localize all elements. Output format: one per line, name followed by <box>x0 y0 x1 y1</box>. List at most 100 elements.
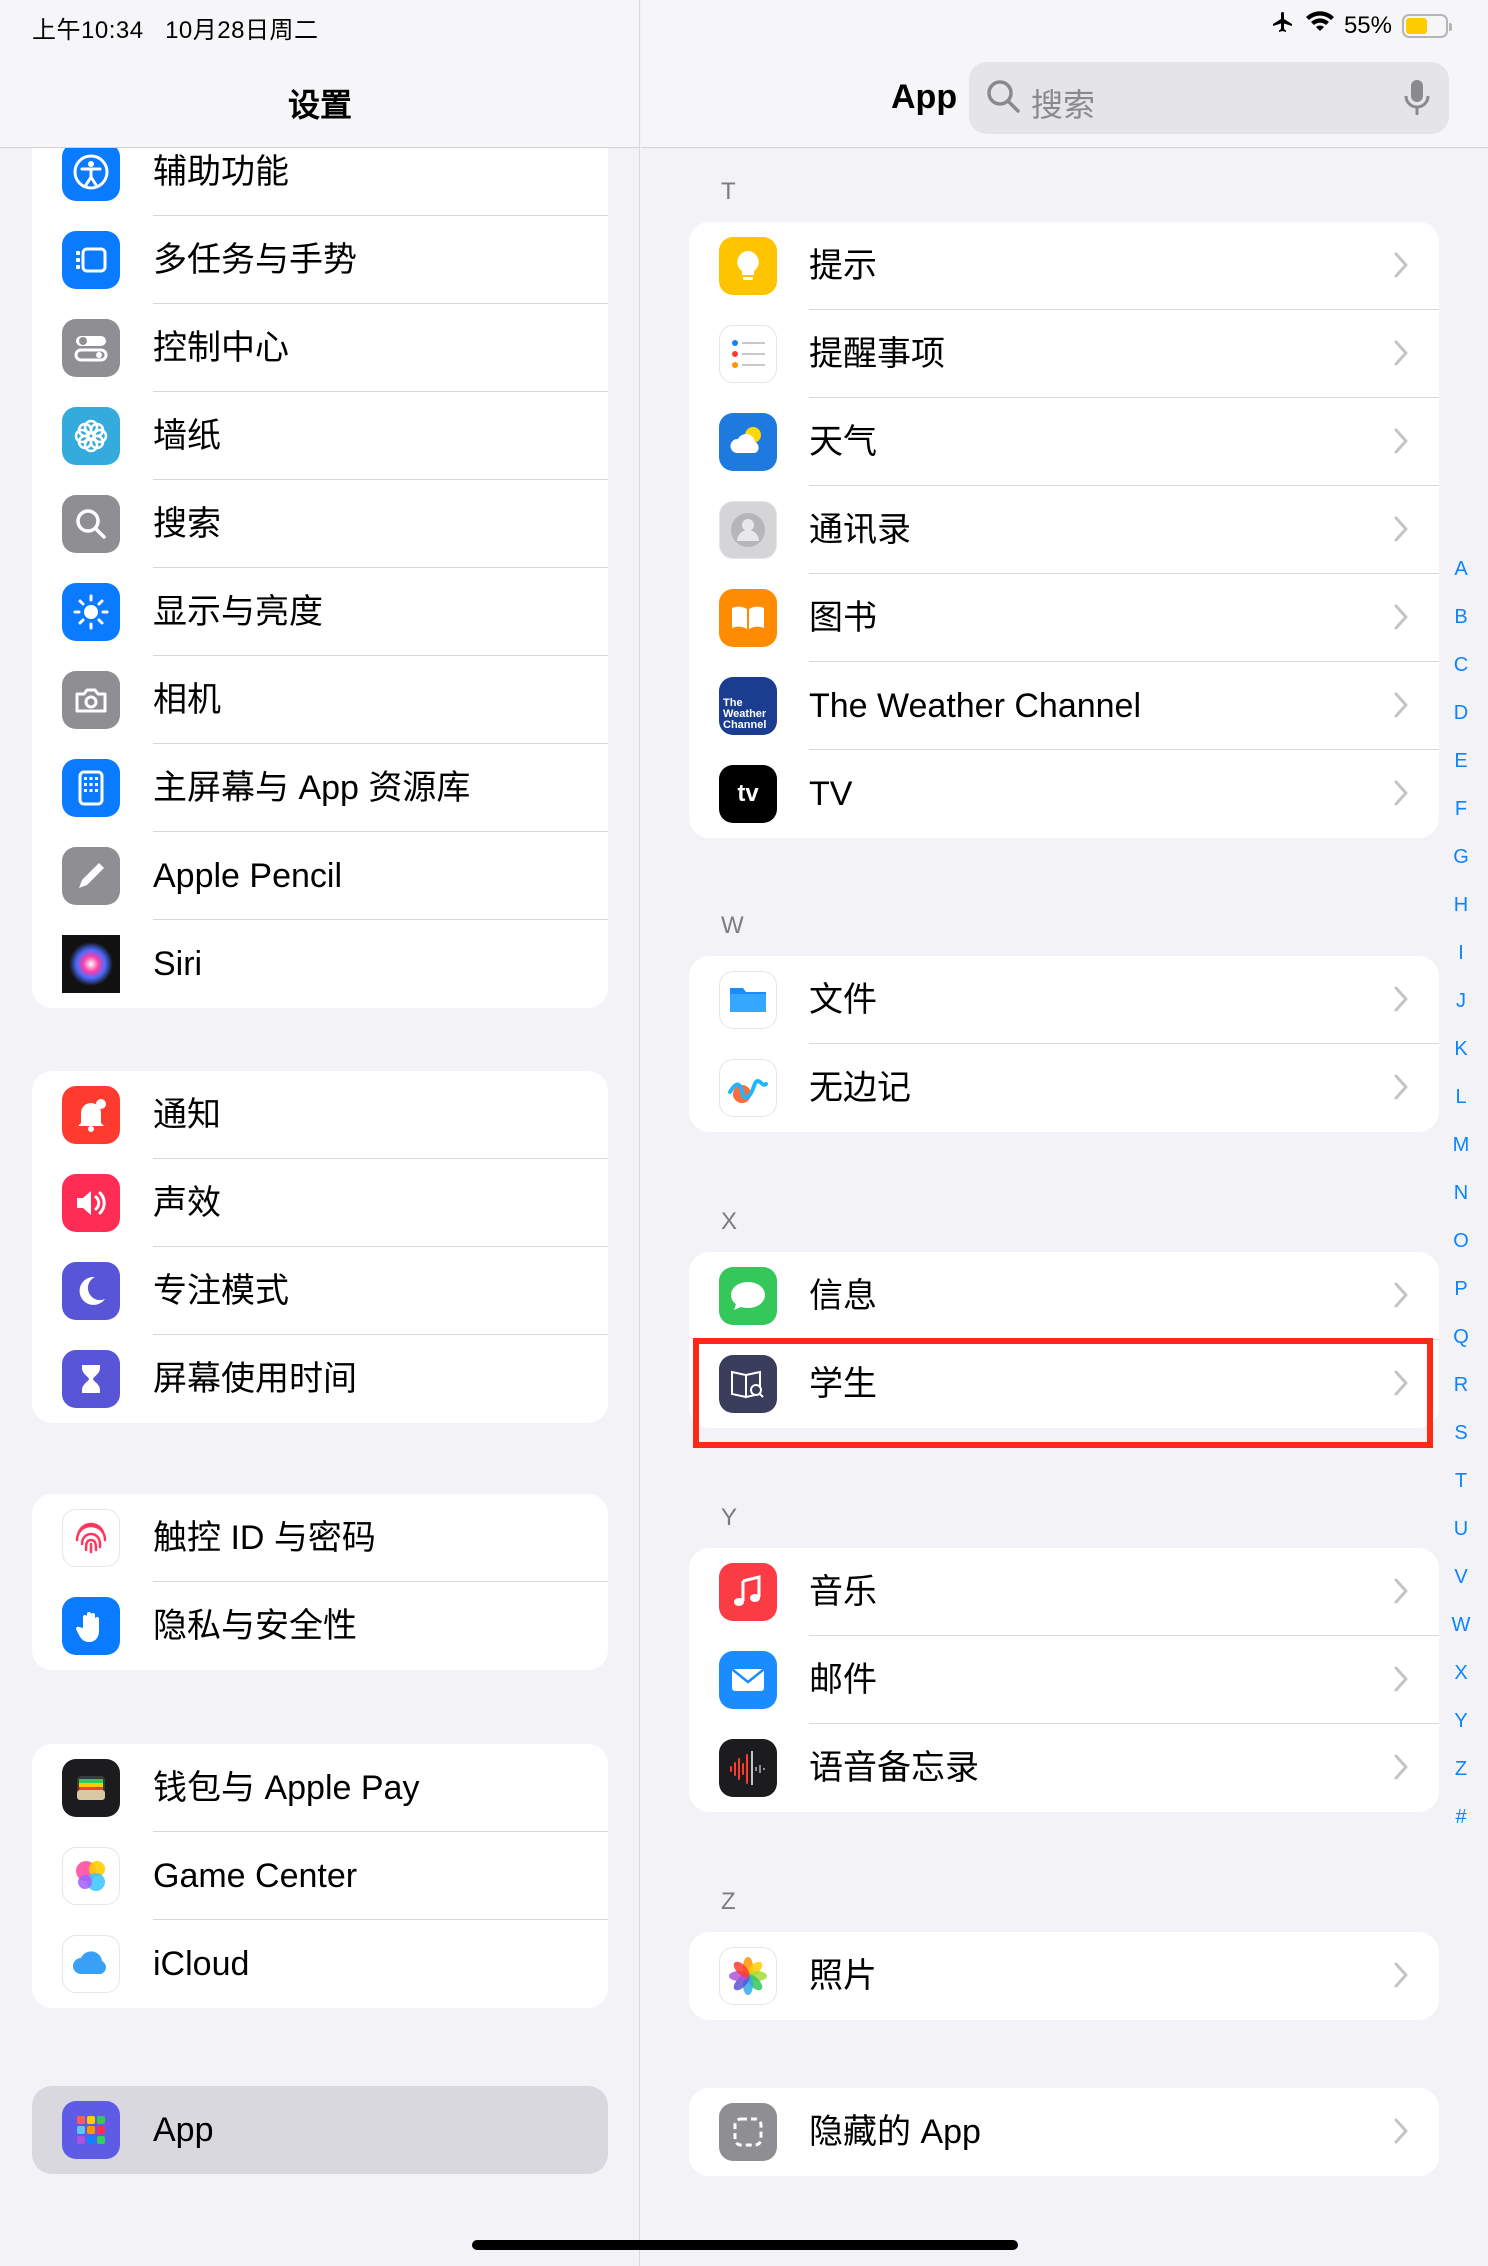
battery-fill <box>1406 17 1427 34</box>
wallpaper-icon <box>62 407 120 465</box>
sidebar-item[interactable]: 触控 ID 与密码 <box>32 1494 608 1582</box>
section-header: T <box>721 178 736 205</box>
app-list-item[interactable]: The Weather Channel The Weather Channel <box>689 662 1439 750</box>
sidebar-item[interactable]: 专注模式 <box>32 1247 608 1335</box>
index-letter[interactable]: J <box>1456 977 1466 1025</box>
index-letter[interactable]: K <box>1454 1025 1467 1073</box>
index-letter[interactable]: V <box>1454 1553 1467 1601</box>
app-list-item[interactable]: 照片 <box>689 1932 1439 2020</box>
sidebar-item[interactable]: 显示与亮度 <box>32 568 608 656</box>
sidebar-item-label: 控制中心 <box>153 329 289 367</box>
home-screen-icon <box>62 759 120 817</box>
sidebar-item[interactable]: 多任务与手势 <box>32 216 608 304</box>
app-list-item[interactable]: 天气 <box>689 398 1439 486</box>
section-header: Y <box>721 1504 738 1531</box>
index-letter[interactable]: H <box>1454 881 1468 929</box>
search-placeholder: 搜索 <box>1031 87 1096 123</box>
index-letter[interactable]: O <box>1453 1217 1469 1265</box>
chevron-right-icon <box>1393 1576 1409 1606</box>
index-letter[interactable]: T <box>1455 1457 1467 1505</box>
index-letter[interactable]: E <box>1454 737 1467 785</box>
chevron-right-icon <box>1393 1752 1409 1782</box>
app-item-label: 文件 <box>809 981 877 1019</box>
index-letter[interactable]: U <box>1454 1505 1468 1553</box>
sidebar-item[interactable]: App <box>32 2086 608 2174</box>
app-list-item[interactable]: 语音备忘录 <box>689 1724 1439 1812</box>
sidebar-item[interactable]: 声效 <box>32 1159 608 1247</box>
sidebar-item[interactable]: 钱包与 Apple Pay <box>32 1744 608 1832</box>
index-letter[interactable]: N <box>1454 1169 1468 1217</box>
sidebar-item[interactable]: 搜索 <box>32 480 608 568</box>
apps-detail-pane[interactable]: App 搜索 T 提示 提醒事项 天气 通讯录 图书 The Weather Channel… <box>641 0 1488 2266</box>
index-letter[interactable]: D <box>1454 689 1468 737</box>
sidebar-item[interactable]: 控制中心 <box>32 304 608 392</box>
home-indicator[interactable] <box>472 2240 1018 2250</box>
index-letter[interactable]: R <box>1454 1361 1468 1409</box>
wallet-icon <box>62 1759 120 1817</box>
settings-sidebar[interactable]: 设置 辅助功能 多任务与手势 控制中心 墙纸 搜索 显示与亮度 相机 主屏幕与 App 资源库… <box>0 0 640 2266</box>
sidebar-item[interactable]: 主屏幕与 App 资源库 <box>32 744 608 832</box>
app-section-group: 文件无边记 <box>689 956 1439 1132</box>
sidebar-item-label: Apple Pencil <box>153 857 343 895</box>
reminders-icon <box>719 325 777 383</box>
index-letter[interactable]: Y <box>1454 1697 1467 1745</box>
app-list-item[interactable]: 无边记 <box>689 1044 1439 1132</box>
index-letter[interactable]: B <box>1454 593 1467 641</box>
microphone-icon[interactable] <box>1403 78 1431 123</box>
notifications-icon <box>62 1086 120 1144</box>
chevron-right-icon <box>1393 514 1409 544</box>
sidebar-item[interactable]: 隐私与安全性 <box>32 1582 608 1670</box>
app-list-item[interactable]: 文件 <box>689 956 1439 1044</box>
section-index-bar[interactable]: A B C D E F G H I J K L M N O P Q R S T U V W X Y Z # <box>1441 545 1481 1841</box>
index-letter[interactable]: # <box>1455 1793 1466 1841</box>
sidebar-item[interactable]: 通知 <box>32 1071 608 1159</box>
sidebar-item[interactable]: 墙纸 <box>32 392 608 480</box>
sidebar-item-label: 墙纸 <box>153 417 221 455</box>
app-list-item[interactable]: 信息 <box>689 1252 1439 1340</box>
index-letter[interactable]: I <box>1458 929 1464 977</box>
index-letter[interactable]: W <box>1452 1601 1471 1649</box>
app-item-label: 信息 <box>809 1277 877 1315</box>
chevron-right-icon <box>1393 338 1409 368</box>
search-input[interactable]: 搜索 <box>969 62 1449 134</box>
sidebar-item[interactable]: 相机 <box>32 656 608 744</box>
music-note-icon <box>719 1563 777 1621</box>
focus-moon-icon <box>62 1262 120 1320</box>
sidebar-item[interactable]: 屏幕使用时间 <box>32 1335 608 1423</box>
index-letter[interactable]: S <box>1454 1409 1467 1457</box>
app-item-label: 提醒事项 <box>809 335 945 373</box>
index-letter[interactable]: M <box>1453 1121 1470 1169</box>
index-letter[interactable]: Q <box>1453 1313 1469 1361</box>
index-letter[interactable]: Z <box>1455 1745 1467 1793</box>
app-list-item[interactable]: 音乐 <box>689 1548 1439 1636</box>
app-item-label: TV <box>809 775 853 813</box>
status-date: 10月28日周二 <box>165 17 319 44</box>
sidebar-item[interactable]: Siri <box>32 920 608 1008</box>
sidebar-item[interactable]: iCloud <box>32 1920 608 2008</box>
index-letter[interactable]: G <box>1453 833 1469 881</box>
app-list-item[interactable]: 隐藏的 App <box>689 2088 1439 2176</box>
multitasking-icon <box>62 231 120 289</box>
sidebar-item[interactable]: Apple Pencil <box>32 832 608 920</box>
app-list-item[interactable]: 图书 <box>689 574 1439 662</box>
app-list-item[interactable]: 通讯录 <box>689 486 1439 574</box>
index-letter[interactable]: A <box>1454 545 1467 593</box>
books-icon <box>719 589 777 647</box>
chevron-right-icon <box>1393 426 1409 456</box>
index-letter[interactable]: X <box>1454 1649 1467 1697</box>
sidebar-item-label: 搜索 <box>153 505 221 543</box>
battery-icon <box>1402 13 1452 38</box>
index-letter[interactable]: P <box>1454 1265 1467 1313</box>
app-list-item[interactable]: 提示 <box>689 222 1439 310</box>
contacts-icon <box>719 501 777 559</box>
app-list-item[interactable]: 提醒事项 <box>689 310 1439 398</box>
sidebar-item[interactable]: Game Center <box>32 1832 608 1920</box>
control-center-icon <box>62 319 120 377</box>
index-letter[interactable]: L <box>1455 1073 1466 1121</box>
sidebar-item-label: 触控 ID 与密码 <box>153 1519 376 1557</box>
app-list-item[interactable]: 邮件 <box>689 1636 1439 1724</box>
sidebar-item-label: iCloud <box>153 1945 250 1983</box>
app-list-item[interactable]: tv TV <box>689 750 1439 838</box>
index-letter[interactable]: C <box>1454 641 1468 689</box>
index-letter[interactable]: F <box>1455 785 1467 833</box>
